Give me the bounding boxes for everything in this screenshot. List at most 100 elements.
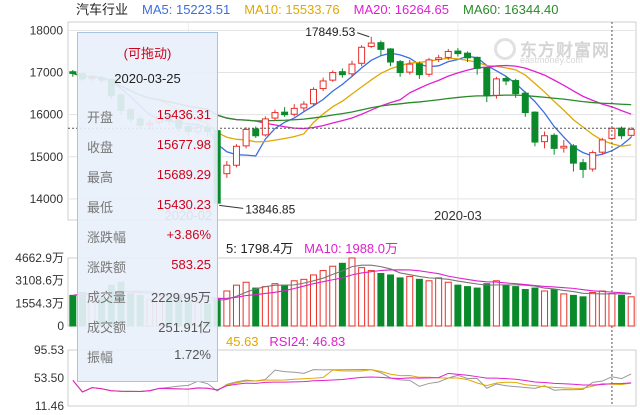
volume-bar <box>69 294 77 327</box>
tooltip-row: 涨跌幅 +3.86% <box>87 227 211 245</box>
candle-body <box>261 118 269 136</box>
candle-body <box>589 152 597 170</box>
high-annotation-pointer <box>357 32 370 38</box>
candle-body <box>396 61 404 74</box>
volume-bar <box>512 286 520 327</box>
rsi-legend: 45.63 RSI24: 46.83 <box>226 334 345 349</box>
candle-body <box>242 128 250 147</box>
tooltip-row: 最低 15430.23 <box>87 197 211 215</box>
rsi-tick-label: 53.50 <box>34 371 64 385</box>
tooltip-row-value: 251.91亿 <box>158 320 211 335</box>
candle-body <box>512 80 520 95</box>
candle-body <box>550 134 558 149</box>
ma20-legend: MA20: 16264.65 <box>353 2 450 17</box>
tooltip-row: 振幅 1.72% <box>87 347 211 365</box>
candle-body <box>252 128 260 137</box>
candle-body <box>290 107 298 115</box>
candle-body <box>541 135 549 143</box>
price-tick-label: 15000 <box>30 150 64 164</box>
candle-body <box>310 88 317 105</box>
volume-bar <box>242 281 250 327</box>
tooltip-row-value: 1.72% <box>174 347 211 362</box>
candle-body <box>618 127 626 137</box>
volume-bar <box>444 281 452 327</box>
rsi-tick-label: 95.53 <box>34 343 64 357</box>
ohlc-tooltip-panel[interactable]: (可拖动) 2020-03-25 开盘 15436.31 收盘 15677.98 最高 1… <box>77 32 218 382</box>
candle-body <box>444 50 452 58</box>
volume-bar <box>261 286 269 327</box>
volume-bar <box>377 273 385 327</box>
tooltip-row-value: 15430.23 <box>156 197 211 212</box>
volume-bar <box>579 296 587 327</box>
candle-body <box>435 57 443 60</box>
tooltip-row: 成交量 2229.95万 <box>87 287 211 305</box>
volume-bar <box>560 293 568 327</box>
candle-body <box>473 56 481 69</box>
candle-body <box>232 145 240 166</box>
candle-body <box>521 92 529 114</box>
tooltip-row: 涨跌额 583.25 <box>87 257 211 275</box>
candle-body <box>367 42 375 47</box>
volume-bar <box>464 286 472 327</box>
tooltip-row-label: 最高 <box>87 170 114 185</box>
tooltip-row-label: 涨跌幅 <box>87 230 127 245</box>
rsi-a-legend: 45.63 <box>226 334 259 349</box>
volume-bar <box>473 287 481 327</box>
candle-body <box>358 46 366 64</box>
ma5-legend: MA5: 15223.51 <box>142 2 231 17</box>
volume-bar <box>358 267 366 327</box>
volume-bar <box>483 283 491 327</box>
tooltip-row-label: 成交额 <box>87 320 127 335</box>
ma10-legend: MA10: 15533.76 <box>244 2 340 17</box>
candle-body <box>300 103 308 109</box>
candle-body <box>531 111 539 143</box>
candle-body <box>560 145 568 149</box>
volume-bar <box>521 289 529 327</box>
candle-body <box>406 63 414 73</box>
candle-body <box>608 127 616 139</box>
volume-bar <box>598 290 606 327</box>
candle-body <box>387 48 394 63</box>
volume-bar <box>396 277 404 327</box>
tooltip-row-label: 成交量 <box>87 290 127 305</box>
volume-bar <box>454 284 462 327</box>
volume-tick-label: 1554.3万 <box>15 296 64 310</box>
candle-body <box>425 59 433 75</box>
ma60-legend: MA60: 16344.40 <box>463 2 559 17</box>
candle-body <box>223 164 231 175</box>
candle-body <box>69 71 77 74</box>
candle-body <box>483 67 491 97</box>
tooltip-row-label: 最低 <box>87 200 114 215</box>
volume-bar <box>406 275 414 327</box>
candle-body <box>329 72 337 81</box>
candle-body <box>492 78 500 96</box>
volume-bar <box>569 294 577 327</box>
volume-bar <box>232 284 240 327</box>
volume-bar <box>550 289 558 327</box>
candle-body <box>569 145 577 164</box>
candle-body <box>281 111 289 116</box>
volume-bar <box>271 283 279 327</box>
volume-bar <box>367 270 375 327</box>
candle-body <box>598 139 606 153</box>
volume-bar <box>435 277 443 327</box>
candle-body <box>319 80 327 90</box>
tooltip-row-value: 15677.98 <box>156 137 211 152</box>
price-tick-label: 14000 <box>30 192 64 206</box>
low-annotation: 13846.85 <box>245 202 295 216</box>
tooltip-row-label: 振幅 <box>87 350 114 365</box>
volume-bar <box>627 296 635 327</box>
candle-body <box>464 52 472 59</box>
candle-body <box>579 162 587 170</box>
tooltip-row: 成交额 251.91亿 <box>87 317 211 335</box>
candle-body <box>338 71 346 76</box>
price-tick-label: 16000 <box>30 108 64 122</box>
volume-bar <box>415 278 423 327</box>
tooltip-row-label: 涨跌额 <box>87 260 127 275</box>
price-tick-label: 18000 <box>30 23 64 37</box>
tooltip-row: 开盘 15436.31 <box>87 107 211 125</box>
candle-body <box>627 128 635 136</box>
candle-body <box>271 112 279 119</box>
volume-tick-label: 0 <box>57 319 64 333</box>
rsi24-legend: RSI24: 46.83 <box>269 334 346 349</box>
